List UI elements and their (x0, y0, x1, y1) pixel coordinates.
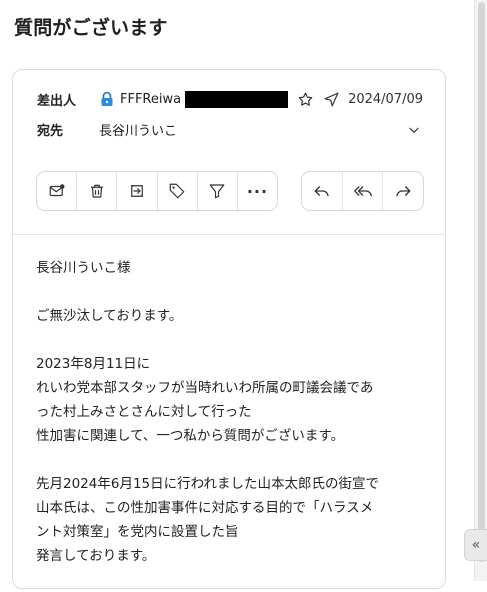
reply-icon (313, 182, 331, 200)
forward-button[interactable] (383, 172, 423, 210)
forward-icon (394, 182, 412, 200)
from-label: 差出人 (37, 93, 77, 109)
header-divider (13, 234, 445, 235)
to-label: 宛先 (37, 123, 64, 139)
move-button[interactable] (117, 172, 158, 210)
filter-icon (208, 182, 226, 200)
body-line: れいわ党本部スタッフが当時れいわ所属の町議会議であ (36, 380, 374, 396)
message-toolbar: ··· (36, 171, 278, 211)
email-subject: 質問がございます (14, 17, 168, 39)
mark-unread-icon (48, 182, 66, 200)
reply-toolbar (301, 171, 424, 211)
body-line: 発言しております。 (36, 548, 156, 564)
from-row: 差出人 FFFReiwa (37, 88, 289, 110)
tag-icon (168, 182, 186, 200)
double-chevron-left-icon: « (471, 537, 481, 553)
body-line: 山本氏は、この性加害事件に対応する目的で「ハラスメ (36, 500, 374, 516)
from-row-actions: 2024/07/09 (296, 88, 423, 110)
filter-button[interactable] (198, 172, 238, 210)
body-line: 先月2024年6月15日に行われました山本太郎氏の街宣で (36, 476, 379, 492)
reply-all-icon (353, 182, 373, 200)
body-line: ント対策室」を党内に設置した旨 (36, 524, 239, 540)
to-row-actions (405, 120, 423, 140)
email-card: 差出人 FFFReiwa 2024/07/09 宛先 長谷川ういこ ··· 長谷… (12, 69, 446, 589)
body-line: 性加害に関連して、一つ私から質問がございます。 (36, 428, 345, 444)
body-greeting: 長谷川ういこ様 (36, 260, 131, 276)
to-row: 宛先 長谷川ういこ (37, 118, 177, 140)
delete-button[interactable] (77, 172, 118, 210)
sender-name[interactable]: FFFReiwa (120, 92, 181, 107)
redacted-address (185, 90, 289, 108)
star-icon[interactable] (296, 90, 314, 108)
chevron-down-icon[interactable] (405, 121, 423, 139)
delete-icon (88, 182, 106, 200)
body-paragraph: ご無沙汰しております。 (36, 308, 183, 324)
collapse-panel-button[interactable]: « (464, 529, 487, 561)
more-button[interactable]: ··· (238, 172, 277, 210)
move-icon (128, 182, 146, 200)
body-line: った村上みさとさんに対して行った (36, 404, 252, 420)
reply-all-button[interactable] (343, 172, 384, 210)
send-icon[interactable] (322, 90, 340, 108)
scrollbar-thumb[interactable] (478, 2, 485, 562)
scrollbar[interactable] (474, 0, 487, 581)
body-line: 2023年8月11日に (36, 356, 151, 372)
reply-button[interactable] (302, 172, 343, 210)
lock-icon (99, 91, 115, 107)
mark-unread-button[interactable] (37, 172, 78, 210)
more-icon: ··· (246, 181, 269, 201)
email-date: 2024/07/09 (348, 91, 423, 107)
email-body: 長谷川ういこ様 ご無沙汰しております。 2023年8月11日に れいわ党本部スタ… (36, 256, 431, 592)
tag-button[interactable] (158, 172, 198, 210)
recipient-name[interactable]: 長谷川ういこ (99, 120, 177, 139)
